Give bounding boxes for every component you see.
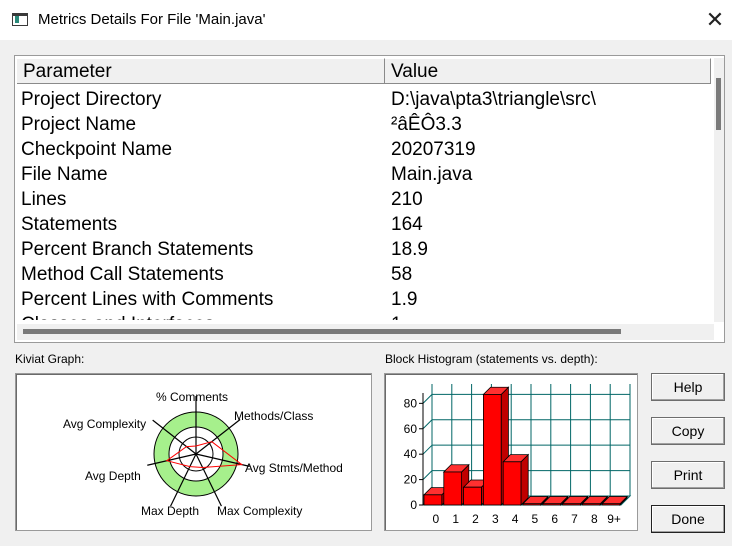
parameter-cell: Classes and Interfaces [21,312,214,320]
histogram-gridline [422,470,433,480]
histogram-x-tick-label: 1 [452,512,459,526]
histogram-y-tick-label: 0 [410,498,417,512]
histogram-bar-front [502,461,522,506]
kiviat-axis-label: Avg Depth [85,469,141,483]
vertical-scrollbar[interactable] [714,58,724,322]
done-button[interactable]: Done [651,505,725,533]
kiviat-axis-label: Avg Complexity [63,417,146,431]
table-row[interactable]: Method Call Statements 58 [21,262,711,287]
histogram-bar-front [581,503,601,506]
histogram-bar-front [601,503,621,506]
histogram-gridline [422,444,433,455]
close-icon[interactable]: ✕ [700,6,730,34]
histogram-x-tick-label: 4 [512,512,519,526]
histogram-x-tick-label: 5 [532,512,539,526]
parameter-cell: Percent Lines with Comments [21,289,274,310]
histogram-bar-front [443,471,462,506]
parameter-cell: Lines [21,189,67,210]
histogram-x-tick-label: 7 [571,512,578,526]
histogram-y-tick-label: 80 [404,396,418,410]
parameter-cell: File Name [21,164,108,185]
histogram-bar-side [520,453,529,506]
histogram-bar-front [562,503,581,506]
table-row[interactable]: Lines 210 [21,187,711,212]
horizontal-scroll-thumb[interactable] [23,329,621,334]
help-button[interactable]: Help [651,373,725,401]
kiviat-axis-label: Methods/Class [234,409,313,423]
histogram-x-tick-label: 3 [492,512,499,526]
title-bar: Metrics Details For File 'Main.java' ✕ [0,0,732,40]
histogram-bar-front [522,503,542,506]
kiviat-axis-label: Max Depth [141,504,199,518]
print-button[interactable]: Print [651,461,725,489]
value-cell: 1 [391,312,402,320]
kiviat-axis-label: Avg Stmts/Method [245,461,343,475]
histogram-x-tick-label: 9+ [607,512,621,526]
app-window-icon [12,13,28,26]
horizontal-scrollbar[interactable] [17,324,714,340]
histogram-x-tick-label: 0 [433,512,440,526]
copy-button[interactable]: Copy [651,417,725,445]
value-cell: ²âÊÔ3.3 [391,114,462,135]
kiviat-axis-label: % Comments [156,390,228,404]
kiviat-graph: % Comments Methods/Class Avg Stmts/Metho… [63,390,343,518]
block-histogram-chart: 0204060800 1 2 3 4 5 6 7 8 9+ [404,384,632,526]
column-header-value[interactable]: Value [385,58,711,83]
parameter-cell: Percent Branch Statements [21,239,254,260]
table-body: Project Directory D:\java\pta3\triangle\s… [21,87,711,320]
histogram-y-tick-label: 60 [404,422,418,436]
value-cell: 164 [391,214,423,235]
window-title: Metrics Details For File 'Main.java' [38,11,266,28]
parameter-cell: Checkpoint Name [21,139,173,160]
metrics-table: Parameter Value Project Directory D:\java… [14,55,725,343]
table-row[interactable]: Statements 164 [21,212,711,237]
histogram-bar-front [542,503,562,506]
table-row[interactable]: Project Name ²âÊÔ3.3 [21,112,711,137]
value-cell: 58 [391,264,413,285]
value-cell: 210 [391,189,423,210]
histogram-bar-front [423,494,443,506]
parameter-cell: Statements [21,214,118,235]
value-cell: 20207319 [391,139,476,160]
table-header: Parameter Value [17,58,711,84]
parameter-cell: Project Name [21,114,137,135]
histogram-gridline [422,393,433,404]
table-row[interactable]: Classes and Interfaces 1 [21,312,711,320]
histogram-bar-front [483,394,502,506]
table-row[interactable]: Project Directory D:\java\pta3\triangle\s… [21,87,711,112]
table-row[interactable]: Percent Branch Statements 18.9 [21,237,711,262]
kiviat-graph-label: Kiviat Graph: [15,352,85,366]
value-cell: 18.9 [391,239,428,260]
histogram-gridline [422,419,433,430]
histogram-bar [502,453,530,506]
histogram-x-tick-label: 6 [551,512,558,526]
kiviat-axis-label: Max Complexity [217,504,302,518]
table-row[interactable]: Checkpoint Name 20207319 [21,137,711,162]
histogram-y-tick-label: 20 [404,473,418,487]
table-row[interactable]: File Name Main.java [21,162,711,187]
value-cell: 1.9 [391,289,418,310]
table-row[interactable]: Percent Lines with Comments 1.9 [21,287,711,312]
parameter-cell: Method Call Statements [21,264,224,285]
parameter-cell: Project Directory [21,89,162,110]
histogram-label: Block Histogram (statements vs. depth): [385,352,598,366]
kiviat-graph-panel: % Comments Methods/Class Avg Stmts/Metho… [15,373,372,531]
value-cell: Main.java [391,164,473,185]
vertical-scroll-thumb[interactable] [716,78,721,130]
histogram-x-tick-label: 2 [472,512,479,526]
value-cell: D:\java\pta3\triangle\src\ [391,89,596,110]
column-header-parameter[interactable]: Parameter [17,58,385,83]
histogram-x-tick-label: 8 [591,512,598,526]
histogram-y-tick-label: 40 [404,447,418,461]
histogram-bar-front [463,486,482,506]
histogram-panel: 0 20 40 60 80 0 1 2 3 4 5 6 7 8 9+ [384,373,638,531]
